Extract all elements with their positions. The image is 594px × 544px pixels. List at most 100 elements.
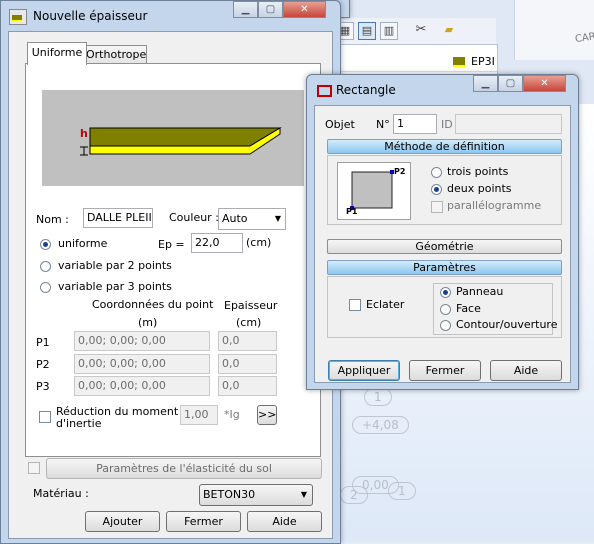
radio-contour-label: Contour/ouverture xyxy=(456,318,558,331)
p3-coords-input[interactable]: 0,00; 0,00; 0,00 xyxy=(74,376,210,396)
tab-uniforme[interactable]: Uniforme xyxy=(27,42,87,65)
reduction-input[interactable]: 1,00 xyxy=(180,405,218,425)
minimize-button[interactable]: ▁ xyxy=(473,75,498,92)
method-preview: P2 P1 xyxy=(337,162,411,220)
canvas-label: +4,08 xyxy=(352,416,409,434)
parallelogramme-label: parallélogramme xyxy=(447,199,542,212)
slab-icon xyxy=(453,57,465,67)
methode-header[interactable]: Méthode de définition xyxy=(327,139,562,154)
fermer-button[interactable]: Fermer xyxy=(166,511,241,532)
radio-panneau-label: Panneau xyxy=(456,285,504,298)
p3-label: P3 xyxy=(36,380,50,393)
maximize-button[interactable]: ▢ xyxy=(258,1,283,18)
p2-ep-input[interactable]: 0,0 xyxy=(218,354,277,374)
rectangle-title: Rectangle xyxy=(336,83,396,97)
ep-header: Epaisseur xyxy=(224,299,278,312)
radio-contour[interactable] xyxy=(440,320,451,331)
rectangle-client: Objet N° 1 ID Méthode de définition P2 P… xyxy=(314,105,571,383)
radio-face-label: Face xyxy=(456,302,481,315)
maximize-button[interactable]: ▢ xyxy=(498,75,523,92)
num-input[interactable]: 1 xyxy=(393,114,437,134)
nom-label: Nom : xyxy=(36,213,69,226)
parallelogramme-checkbox[interactable] xyxy=(431,201,443,213)
list-item-label[interactable]: EP3I xyxy=(471,55,495,68)
coord-unit: (m) xyxy=(138,316,158,329)
chevron-down-icon: ▼ xyxy=(300,490,307,499)
p1-coords-input[interactable]: 0,00; 0,00; 0,00 xyxy=(74,331,210,351)
ajouter-button[interactable]: Ajouter xyxy=(85,511,160,532)
radio-uniforme-label: uniforme xyxy=(58,237,108,250)
p2-coords-input[interactable]: 0,00; 0,00; 0,00 xyxy=(74,354,210,374)
ep-label: Ep = xyxy=(158,238,185,251)
rect-aide-button[interactable]: Aide xyxy=(490,360,562,381)
materiau-select[interactable]: BETON30 ▼ xyxy=(199,484,313,506)
radio-panneau[interactable] xyxy=(440,287,451,298)
radio-uniforme[interactable] xyxy=(40,239,51,250)
id-label: ID xyxy=(441,118,453,131)
canvas-label: 1 xyxy=(388,482,416,500)
radio-trois-points-label: trois points xyxy=(447,165,509,178)
elasticite-button[interactable]: Paramètres de l'élasticité du sol xyxy=(46,458,322,479)
ep-input[interactable]: 22,0 xyxy=(191,233,243,253)
radio-variable-2[interactable] xyxy=(40,261,51,272)
p3-ep-input[interactable]: 0,0 xyxy=(218,376,277,396)
epaisseur-titlebar[interactable]: Nouvelle épaisseur ▁ ▢ ✕ xyxy=(1,1,340,31)
epaisseur-dialog: Nouvelle épaisseur ▁ ▢ ✕ Uniforme Orthot… xyxy=(0,0,341,544)
radio-variable-3-label: variable par 3 points xyxy=(58,280,172,293)
rectangle-dialog: Rectangle ▁ ▢ ✕ Objet N° 1 ID Méthode de… xyxy=(306,74,579,390)
nom-input[interactable]: DALLE PLEII xyxy=(83,208,153,228)
reduction-label-2: d'inertie xyxy=(56,417,102,430)
rectangle-titlebar[interactable]: Rectangle ▁ ▢ ✕ xyxy=(307,75,578,105)
objet-label: Objet xyxy=(325,118,355,131)
num-label: N° xyxy=(376,118,390,131)
eclater-checkbox[interactable] xyxy=(349,299,361,311)
app-icon xyxy=(9,9,27,25)
radio-face[interactable] xyxy=(440,304,451,315)
chevron-down-icon: ▼ xyxy=(274,214,281,223)
reduction-more-button[interactable]: >> xyxy=(257,405,277,425)
elasticite-checkbox[interactable] xyxy=(28,462,40,474)
canvas-label: 1 xyxy=(364,388,392,406)
toolbar-list-icon[interactable]: ▥ xyxy=(380,22,398,40)
reduction-checkbox[interactable] xyxy=(39,411,51,423)
epaisseur-client: Uniforme Orthotrope h Nom : DALLE PLEII … xyxy=(8,31,333,539)
rectangle-icon xyxy=(317,85,332,97)
radio-deux-points[interactable] xyxy=(431,184,442,195)
window-buttons: ▁ ▢ ✕ xyxy=(473,75,566,93)
minimize-button[interactable]: ▁ xyxy=(233,1,258,18)
folder-new-icon[interactable]: ▰ xyxy=(440,22,458,40)
p1-ep-input[interactable]: 0,0 xyxy=(218,331,277,351)
rect-fermer-button[interactable]: Fermer xyxy=(409,360,481,381)
p1-marker: P1 xyxy=(346,207,358,216)
couleur-select[interactable]: Auto ▼ xyxy=(218,208,286,230)
radio-trois-points[interactable] xyxy=(431,167,442,178)
eclater-label: Eclater xyxy=(366,298,405,311)
aide-button[interactable]: Aide xyxy=(247,511,322,532)
scissors-icon[interactable]: ✂ xyxy=(412,22,430,40)
corner-label: CARRI xyxy=(574,29,594,46)
ep-header-unit: (cm) xyxy=(236,316,262,329)
close-button[interactable]: ✕ xyxy=(523,75,566,92)
canvas-label: 2 xyxy=(340,486,368,504)
p1-label: P1 xyxy=(36,336,50,349)
ep-unit: (cm) xyxy=(246,236,272,249)
slab-preview: h xyxy=(42,90,304,186)
geometrie-header[interactable]: Géométrie xyxy=(327,239,562,254)
coord-header: Coordonnées du point xyxy=(92,298,214,311)
p2-marker: P2 xyxy=(394,167,406,176)
close-button[interactable]: ✕ xyxy=(283,1,326,18)
couleur-label: Couleur : xyxy=(169,211,219,224)
appliquer-button[interactable]: Appliquer xyxy=(328,360,400,381)
reduction-unit: *Ig xyxy=(224,408,240,421)
radio-deux-points-label: deux points xyxy=(447,182,512,195)
toolbar-table-icon[interactable]: ▤ xyxy=(358,22,376,40)
radio-variable-3[interactable] xyxy=(40,282,51,293)
id-input[interactable] xyxy=(455,114,562,134)
background-toolbar: ▦ ▤ ▥ ✂ ▰ xyxy=(336,18,496,45)
window-buttons: ▁ ▢ ✕ xyxy=(233,1,326,19)
p2-label: P2 xyxy=(36,358,50,371)
parametres-header[interactable]: Paramètres xyxy=(327,260,562,275)
thickness-label: h xyxy=(80,127,88,140)
tab-orthotrope[interactable]: Orthotrope xyxy=(85,45,147,65)
tab-panel: h Nom : DALLE PLEII Couleur : Auto ▼ uni… xyxy=(25,63,321,457)
